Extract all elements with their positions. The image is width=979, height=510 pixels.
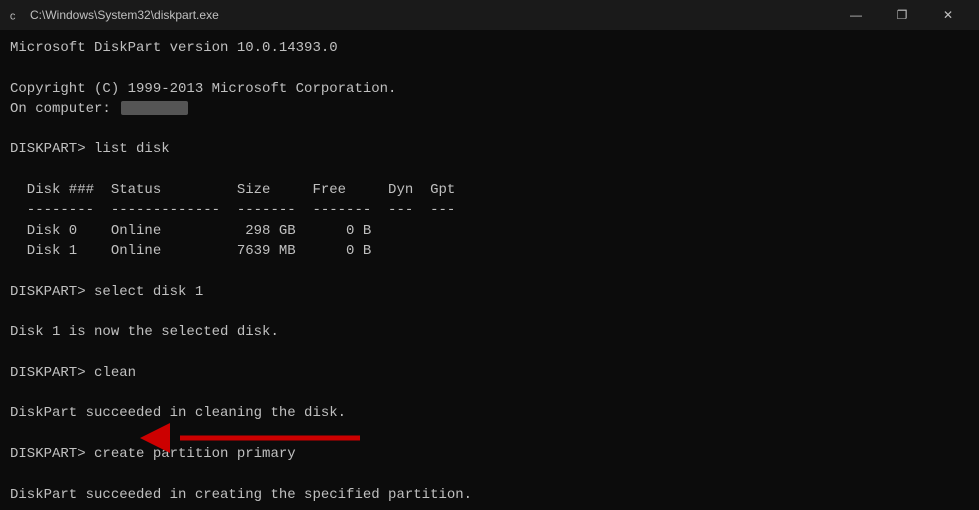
arrow-annotation (140, 418, 360, 458)
terminal-output[interactable]: Microsoft DiskPart version 10.0.14393.0 … (0, 30, 979, 510)
minimize-button[interactable]: — (833, 0, 879, 30)
window-controls: — ❐ ✕ (833, 0, 971, 30)
title-bar: C C:\Windows\System32\diskpart.exe — ❐ ✕ (0, 0, 979, 30)
window: C C:\Windows\System32\diskpart.exe — ❐ ✕… (0, 0, 979, 510)
svg-text:C: C (10, 11, 16, 22)
app-icon: C (8, 7, 24, 23)
restore-button[interactable]: ❐ (879, 0, 925, 30)
close-button[interactable]: ✕ (925, 0, 971, 30)
window-title: C:\Windows\System32\diskpart.exe (30, 8, 833, 22)
computer-name (121, 101, 188, 115)
